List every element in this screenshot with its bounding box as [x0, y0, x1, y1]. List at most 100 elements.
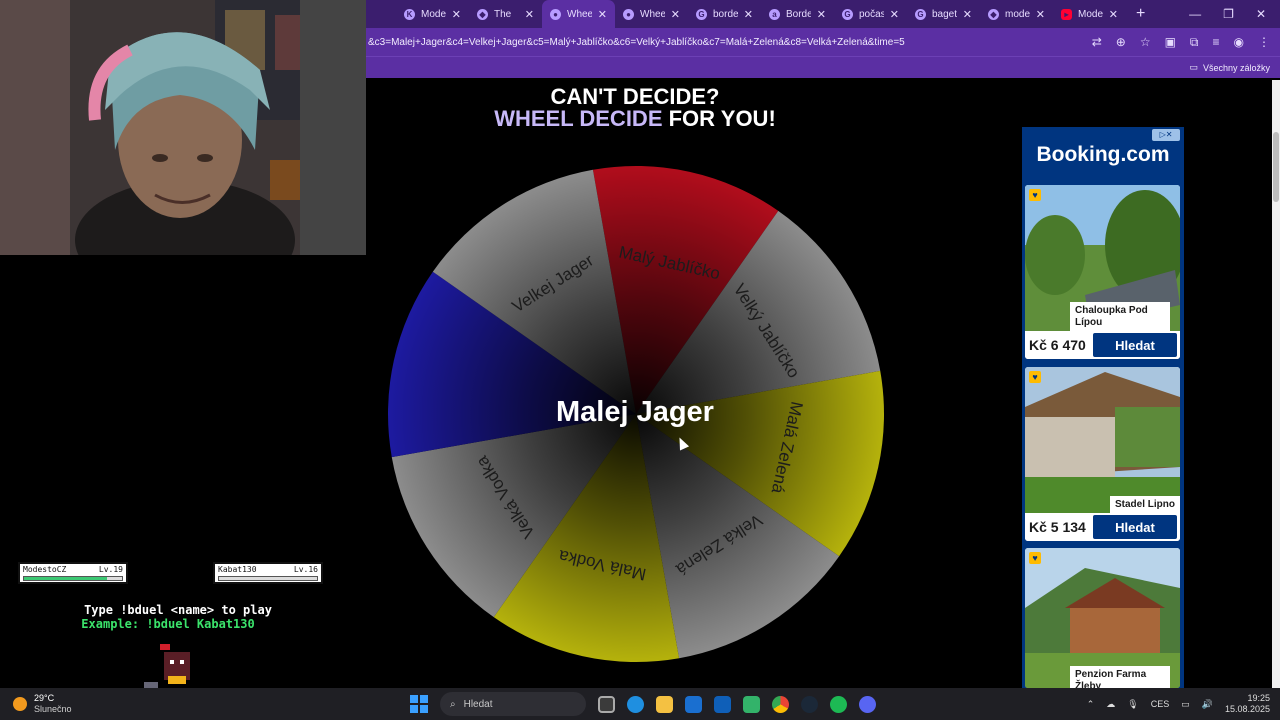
- volume-icon[interactable]: 🔊: [1202, 699, 1213, 710]
- wheel-icon: ●: [550, 8, 561, 20]
- steam-icon[interactable]: [801, 695, 818, 713]
- booking-ad[interactable]: ▷✕ Booking.com ♥ Chaloupka Pod Lípou Kč …: [1022, 127, 1184, 688]
- search-button[interactable]: Hledat: [1093, 333, 1177, 357]
- scrollbar-thumb[interactable]: [1273, 132, 1279, 202]
- playlist-icon[interactable]: ≡: [1213, 35, 1220, 49]
- tab-1[interactable]: ◆ The ✕: [469, 0, 542, 28]
- temperature: 29°C: [34, 693, 55, 703]
- outlook-icon[interactable]: [714, 695, 731, 713]
- time: 19:25: [1247, 693, 1270, 703]
- heart-icon[interactable]: ♥: [1029, 371, 1041, 383]
- address-bar: &c3=Malej+Jager&c4=Velkej+Jager&c5=Malý+…: [366, 28, 1280, 56]
- extension-icon[interactable]: ▣: [1165, 35, 1176, 49]
- avatar[interactable]: ◉: [1234, 35, 1244, 49]
- restore-icon[interactable]: ❐: [1223, 7, 1234, 21]
- hp-bar: [218, 576, 318, 581]
- tab-label: Wheel: [567, 8, 592, 20]
- close-window-icon[interactable]: ✕: [1256, 7, 1266, 21]
- pixel-character: [144, 644, 190, 688]
- puzzle-icon[interactable]: ⧉: [1190, 35, 1199, 50]
- tab-4[interactable]: Gborder ✕: [688, 0, 761, 28]
- tab-7[interactable]: Gbageta ✕: [907, 0, 980, 28]
- tab-label: počasí: [859, 8, 884, 20]
- price: Kč 5 134: [1029, 519, 1086, 535]
- discord-icon[interactable]: [859, 695, 876, 713]
- tab-5[interactable]: a Border ✕: [761, 0, 834, 28]
- heart-icon[interactable]: ♥: [1029, 189, 1041, 201]
- player2-hud: Kabat130 Lv.16: [213, 562, 323, 584]
- minimize-icon[interactable]: —: [1189, 7, 1201, 21]
- tab-label: bageta: [932, 8, 957, 20]
- store-icon[interactable]: [685, 695, 702, 713]
- close-icon[interactable]: ✕: [817, 8, 826, 21]
- chrome-icon[interactable]: [772, 695, 789, 713]
- ad-card-3[interactable]: ♥ Penzion Farma Žleby: [1025, 548, 1180, 688]
- player-name: Kabat130: [218, 565, 257, 574]
- close-icon[interactable]: ✕: [744, 8, 753, 21]
- close-icon[interactable]: ✕: [598, 8, 607, 21]
- player-name: ModestoCZ: [23, 565, 67, 574]
- network-icon[interactable]: ▭: [1181, 699, 1190, 710]
- language-indicator[interactable]: CES: [1151, 699, 1170, 709]
- k-icon: K: [404, 8, 415, 20]
- player1-hud: ModestoCZ Lv.19: [18, 562, 128, 584]
- tab-2[interactable]: ● Wheel ✕: [542, 0, 615, 28]
- tab-3[interactable]: ● Wheel ✕: [615, 0, 688, 28]
- taskbar-search[interactable]: ⌕ Hledat: [440, 692, 586, 716]
- weather-widget[interactable]: 29°C Slunečno: [0, 693, 400, 715]
- xbox-icon[interactable]: [743, 695, 760, 713]
- zoom-icon[interactable]: ⊕: [1116, 35, 1126, 49]
- tab-label: The: [494, 8, 512, 20]
- taskview-icon[interactable]: [598, 695, 615, 713]
- close-icon[interactable]: ✕: [1036, 8, 1045, 21]
- google-icon: G: [915, 8, 926, 20]
- property-name: Stadel Lipno: [1110, 496, 1180, 514]
- duel-example: Example: !bduel Kabat130: [81, 617, 255, 631]
- close-icon[interactable]: ✕: [1109, 8, 1118, 21]
- cloud-icon[interactable]: ☁: [1106, 699, 1115, 710]
- google-icon: G: [696, 8, 707, 20]
- translate-icon[interactable]: ⇄: [1092, 35, 1102, 49]
- windows-start-icon[interactable]: [410, 695, 428, 713]
- wiki-icon: a: [769, 8, 780, 20]
- duel-instructions: Type !bduel <name> to play: [84, 603, 272, 617]
- booking-logo: Booking.com: [1036, 143, 1170, 166]
- menu-icon[interactable]: ⋮: [1258, 35, 1270, 49]
- ad-choices-icon[interactable]: ▷✕: [1152, 129, 1180, 141]
- chevron-up-icon[interactable]: ⌃: [1087, 699, 1095, 710]
- tab-label: Border: [786, 8, 811, 20]
- close-icon[interactable]: ✕: [671, 8, 680, 21]
- webcam-feed: [0, 0, 366, 255]
- close-icon[interactable]: ✕: [525, 8, 534, 21]
- url-field[interactable]: &c3=Malej+Jager&c4=Velkej+Jager&c5=Malý+…: [366, 37, 1056, 48]
- heart-icon[interactable]: ♥: [1029, 552, 1041, 564]
- wheel-icon: ●: [623, 8, 634, 20]
- tab-label: Modes: [1078, 8, 1103, 20]
- winner-label: Malej Jager: [556, 396, 714, 428]
- headline-rest: FOR YOU!: [662, 106, 776, 131]
- explorer-icon[interactable]: [656, 695, 673, 713]
- page-scrollbar[interactable]: [1272, 80, 1280, 688]
- search-button[interactable]: Hledat: [1093, 515, 1177, 539]
- folder-icon: ▭: [1189, 62, 1198, 72]
- ad-card-2[interactable]: ♥ Stadel Lipno Kč 5 134 Hledat: [1025, 367, 1180, 541]
- ad-card-1[interactable]: ♥ Chaloupka Pod Lípou Kč 6 470 Hledat: [1025, 185, 1180, 359]
- close-icon[interactable]: ✕: [452, 8, 461, 21]
- spotify-icon[interactable]: [830, 695, 847, 713]
- close-icon[interactable]: ✕: [963, 8, 972, 21]
- mic-icon[interactable]: 🎙: [1127, 699, 1138, 710]
- price: Kč 6 470: [1029, 337, 1086, 353]
- all-bookmarks-link[interactable]: Všechny záložky: [1203, 63, 1270, 73]
- tab-6[interactable]: Gpočasí ✕: [834, 0, 907, 28]
- star-icon[interactable]: ☆: [1140, 35, 1151, 49]
- tab-0[interactable]: K Modes ✕: [396, 0, 469, 28]
- clock[interactable]: 19:25 15.08.2025: [1225, 693, 1270, 715]
- tab-9[interactable]: ▸ Modes ✕: [1053, 0, 1126, 28]
- close-icon[interactable]: ✕: [890, 8, 899, 21]
- search-placeholder: Hledat: [463, 698, 493, 710]
- headline-accent: WHEEL DECIDE: [494, 106, 663, 131]
- edge-icon[interactable]: [627, 695, 644, 713]
- property-photo: ♥ Penzion Farma Žleby: [1025, 548, 1180, 688]
- new-tab-button[interactable]: +: [1126, 5, 1155, 23]
- tab-8[interactable]: ◆ modes ✕: [980, 0, 1053, 28]
